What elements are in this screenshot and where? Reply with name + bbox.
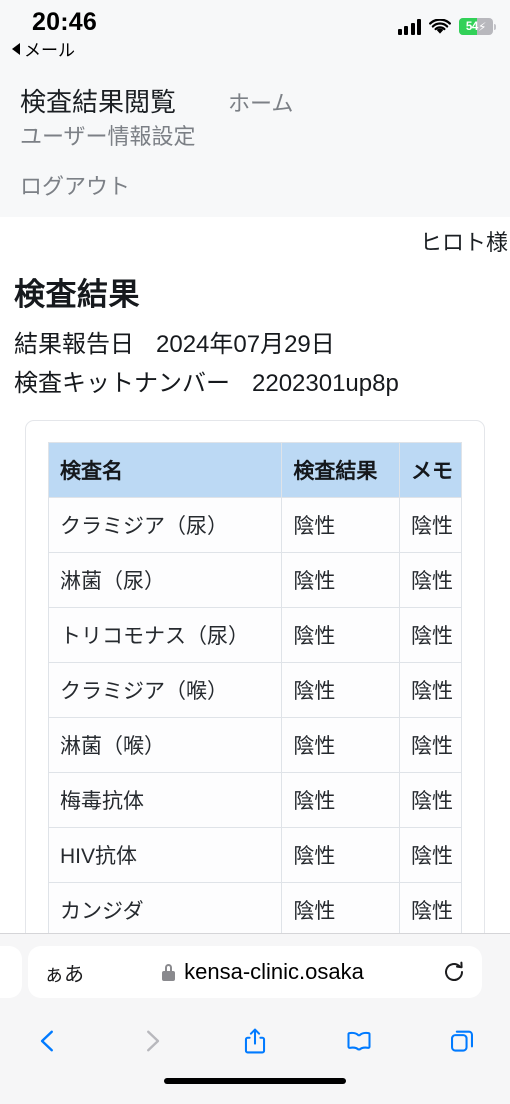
reload-icon[interactable]	[442, 960, 466, 984]
url-display[interactable]: kensa-clinic.osaka	[84, 959, 442, 985]
adjacent-tab-peek[interactable]	[0, 946, 22, 998]
home-indicator[interactable]	[164, 1078, 346, 1084]
status-bar-indicators: 54 ⚡	[397, 18, 496, 35]
cell-test-memo: 陰性	[399, 662, 462, 718]
cell-test-memo: 陰性	[399, 552, 462, 608]
table-row: 淋菌（喉） 陰性 陰性	[47, 717, 462, 773]
results-table-body: クラミジア（尿） 陰性 陰性 淋菌（尿） 陰性 陰性 トリコモナス（尿） 陰性 陰性 クラミジア（…	[47, 497, 462, 933]
cell-test-result: 陰性	[281, 772, 401, 828]
forward-button[interactable]	[134, 1025, 170, 1057]
table-row: HIV抗体 陰性 陰性	[47, 827, 462, 883]
url-bar-row: ぁあ kensa-clinic.osaka	[0, 934, 510, 1010]
cell-test-name: 淋菌（尿）	[47, 552, 283, 608]
lock-icon	[162, 963, 176, 981]
share-icon	[244, 1028, 266, 1054]
table-row: 淋菌（尿） 陰性 陰性	[47, 552, 462, 608]
tabs-icon	[451, 1030, 473, 1052]
report-date-value: 2024年07月29日	[156, 331, 335, 358]
navbar-row-primary: 検査結果閲覧 ホーム ユーザー情報設定	[20, 82, 490, 151]
table-header-row: 検査名 検査結果 メモ	[47, 442, 462, 498]
chevron-left-icon	[40, 1030, 53, 1052]
site-navbar: 検査結果閲覧 ホーム ユーザー情報設定 ログアウト	[0, 70, 510, 217]
report-date-label: 結果報告日	[14, 331, 134, 358]
back-to-app-label: メール	[24, 41, 75, 60]
bookmarks-button[interactable]	[341, 1025, 377, 1057]
cell-test-name: クラミジア（喉）	[47, 662, 283, 718]
status-bar-clock: 20:46	[32, 8, 97, 36]
battery-cap	[494, 23, 496, 30]
nav-link-user-settings[interactable]: ユーザー情報設定	[20, 119, 196, 151]
column-header-test-name: 検査名	[47, 442, 283, 498]
book-icon	[346, 1031, 371, 1051]
kit-number-value: 2202301up8p	[252, 370, 399, 397]
iphone-screen: 20:46 メール 54 ⚡ 検査結果閲覧 ホーム ユーザー情報設定 ログアウト…	[0, 0, 510, 1104]
table-row: クラミジア（喉） 陰性 陰性	[47, 662, 462, 718]
cell-test-memo: 陰性	[399, 827, 462, 883]
battery-percent-label: 54	[465, 20, 479, 33]
status-bar: 20:46 メール 54 ⚡	[0, 0, 510, 70]
browser-chrome: ぁあ kensa-clinic.osaka	[0, 933, 510, 1104]
navbar-row-secondary: ログアウト	[20, 169, 490, 201]
current-user-label: ヒロト様	[419, 230, 508, 255]
cell-test-name: HIV抗体	[47, 827, 283, 883]
report-date-line: 結果報告日 2024年07月29日	[0, 320, 510, 359]
cell-test-memo: 陰性	[399, 717, 462, 773]
table-row: クラミジア（尿） 陰性 陰性	[47, 497, 462, 553]
home-indicator-area	[0, 1072, 510, 1104]
battery-icon: 54 ⚡	[459, 18, 493, 35]
table-row: 梅毒抗体 陰性 陰性	[47, 772, 462, 828]
browser-toolbar	[0, 1010, 510, 1072]
cell-test-result: 陰性	[281, 552, 401, 608]
cell-test-result: 陰性	[281, 717, 401, 773]
table-row: トリコモナス（尿） 陰性 陰性	[47, 607, 462, 663]
results-card: 検査名 検査結果 メモ クラミジア（尿） 陰性 陰性 淋菌（尿） 陰性 陰性 トリコモナス（…	[25, 420, 485, 933]
kit-number-line: 検査キットナンバー 2202301up8p	[0, 359, 510, 398]
back-to-app-button[interactable]: メール	[12, 36, 75, 61]
wifi-icon	[429, 18, 451, 35]
page-content: ヒロト様 検査結果 結果報告日 2024年07月29日 検査キットナンバー 2202…	[0, 217, 510, 933]
cell-test-memo: 陰性	[399, 497, 462, 553]
cell-test-memo: 陰性	[399, 607, 462, 663]
url-bar[interactable]: ぁあ kensa-clinic.osaka	[28, 946, 482, 998]
back-triangle-icon	[12, 42, 20, 55]
nav-link-logout[interactable]: ログアウト	[20, 169, 130, 201]
site-brand[interactable]: 検査結果閲覧	[20, 82, 176, 119]
cell-test-result: 陰性	[281, 662, 401, 718]
chevron-right-icon	[146, 1030, 159, 1052]
results-table: 検査名 検査結果 メモ クラミジア（尿） 陰性 陰性 淋菌（尿） 陰性 陰性 トリコモナス（…	[47, 442, 462, 933]
column-header-test-result: 検査結果	[281, 442, 401, 498]
cell-test-memo: 陰性	[399, 772, 462, 828]
cellular-signal-icon	[397, 18, 421, 35]
text-size-button[interactable]: ぁあ	[44, 958, 84, 987]
cell-test-name: 梅毒抗体	[47, 772, 283, 828]
cell-test-result: 陰性	[281, 497, 401, 553]
tabs-button[interactable]	[444, 1025, 480, 1057]
share-button[interactable]	[237, 1025, 273, 1057]
kit-number-label: 検査キットナンバー	[14, 370, 230, 397]
back-button[interactable]	[30, 1025, 66, 1057]
cell-test-result: 陰性	[281, 827, 401, 883]
column-header-memo: メモ	[399, 442, 462, 498]
page-title: 検査結果	[14, 277, 140, 312]
results-table-head: 検査名 検査結果 メモ	[47, 442, 462, 498]
charging-bolt-icon: ⚡	[478, 19, 487, 34]
cell-test-result: 陰性	[281, 607, 401, 663]
cell-test-name: 淋菌（喉）	[47, 717, 283, 773]
nav-link-home[interactable]: ホーム	[228, 86, 293, 118]
cell-test-name: トリコモナス（尿）	[47, 607, 283, 663]
cell-test-memo: 陰性	[399, 882, 462, 933]
cell-test-name: カンジダ	[47, 882, 283, 933]
cell-test-result: 陰性	[281, 882, 401, 933]
url-text: kensa-clinic.osaka	[184, 959, 364, 984]
table-row: カンジダ 陰性 陰性	[47, 882, 462, 933]
cell-test-name: クラミジア（尿）	[47, 497, 283, 553]
